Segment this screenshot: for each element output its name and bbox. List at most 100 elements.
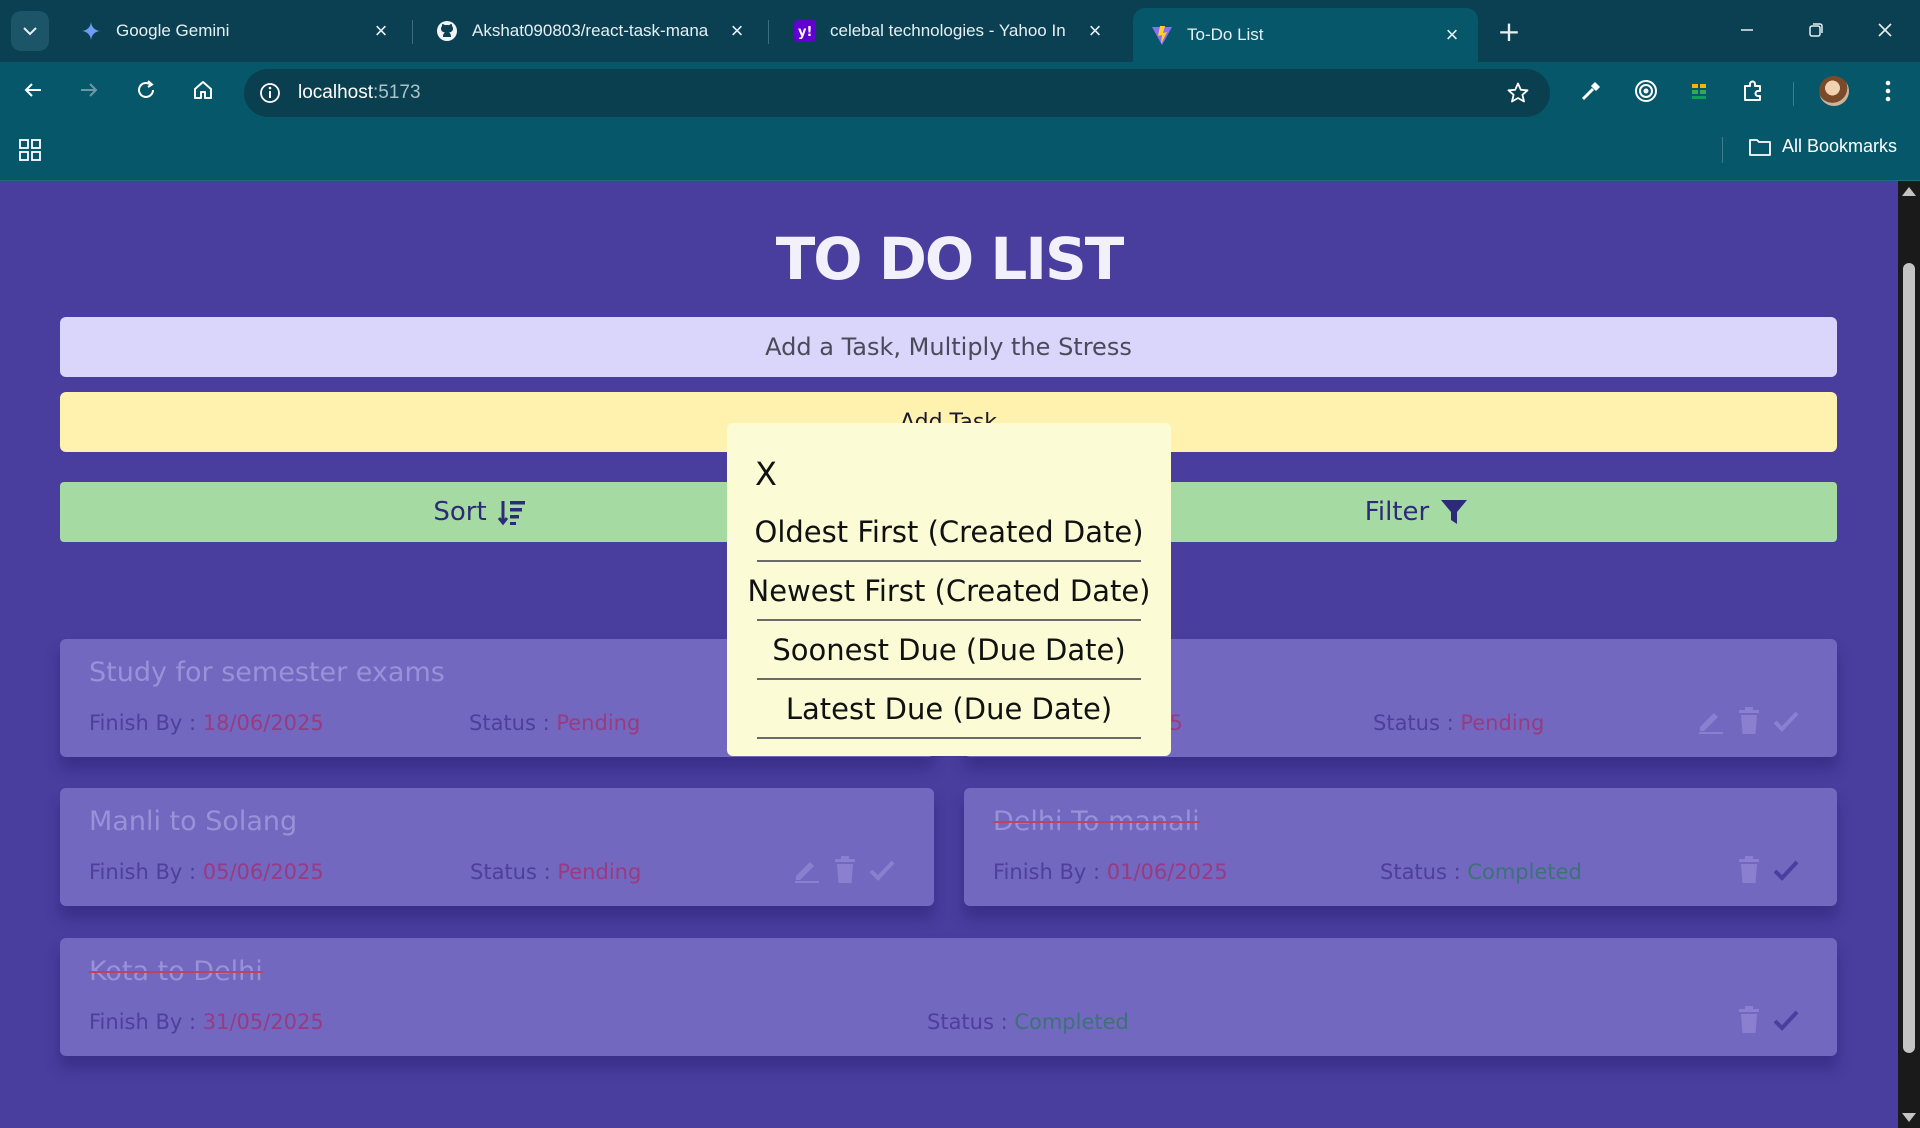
scrollbar-thumb[interactable] — [1903, 263, 1915, 1053]
minimize-icon — [1741, 29, 1753, 31]
task-actions — [793, 856, 895, 884]
task-status: Status : Pending — [470, 860, 641, 884]
close-tab-icon[interactable]: × — [1440, 22, 1464, 47]
task-title: Study for semester exams — [89, 657, 445, 688]
tab-to-do-list[interactable]: To-Do List × — [1133, 8, 1478, 62]
toolbar-separator — [1793, 82, 1794, 106]
close-tab-icon[interactable]: × — [1083, 18, 1107, 43]
task-actions — [1697, 707, 1799, 735]
status-label: Status : — [1373, 711, 1461, 735]
task-status: Status : Completed — [927, 1010, 1129, 1034]
task-status: Status : Pending — [1373, 711, 1544, 735]
page-viewport: TO DO LIST Add a Task, Multiply the Stre… — [0, 181, 1898, 1128]
task-actions — [1737, 856, 1799, 884]
status-label: Status : — [469, 711, 557, 735]
task-finish-by: Finish By : 31/05/2025 — [89, 1010, 324, 1034]
new-tab-button[interactable]: + — [1493, 15, 1525, 48]
trash-icon[interactable] — [1737, 1006, 1761, 1034]
yahoo-icon: y! — [794, 20, 816, 42]
task-actions — [1737, 1006, 1799, 1034]
reload-icon — [138, 80, 154, 98]
status-value: Completed — [1014, 1010, 1129, 1034]
sort-option-newest-first[interactable]: Newest First (Created Date) — [748, 562, 1151, 621]
arrow-left-icon — [24, 83, 41, 97]
reload-button[interactable] — [128, 72, 164, 108]
scroll-down-arrow-icon[interactable] — [1902, 1113, 1916, 1122]
profile-avatar[interactable] — [1819, 76, 1849, 106]
tab-title: Akshat090803/react-task-mana — [472, 21, 709, 40]
chevron-down-icon — [23, 27, 37, 36]
browser-toolbar: localhost:5173 — [0, 62, 1920, 119]
task-title: Delhi To manali — [993, 806, 1200, 837]
tab-separator — [412, 20, 413, 44]
tab-google-gemini[interactable]: Google Gemini × — [62, 8, 407, 54]
tab-title: To-Do List — [1187, 25, 1264, 44]
minimize-button[interactable] — [1723, 10, 1771, 50]
close-icon — [1878, 23, 1892, 37]
finish-label: Finish By : — [993, 860, 1107, 884]
apps-grid-icon[interactable] — [18, 138, 42, 166]
sort-icon — [497, 501, 525, 526]
sort-option-soonest-due[interactable]: Soonest Due (Due Date) — [757, 621, 1141, 680]
url-port: :5173 — [373, 82, 421, 103]
status-label: Status : — [927, 1010, 1015, 1034]
tab-yahoo[interactable]: y! celebal technologies - Yahoo In × — [776, 8, 1121, 54]
target-extension-icon[interactable] — [1631, 76, 1661, 106]
sheets-extension-icon[interactable] — [1684, 76, 1714, 106]
edit-icon[interactable] — [793, 857, 821, 883]
task-input[interactable]: Add a Task, Multiply the Stress — [60, 317, 1837, 377]
browser-tab-bar: Google Gemini × Akshat090803/react-task-… — [0, 0, 1920, 62]
close-window-button[interactable] — [1861, 10, 1909, 50]
trash-icon[interactable] — [833, 856, 857, 884]
all-bookmarks-button[interactable]: All Bookmarks — [1748, 136, 1897, 157]
finish-date: 01/06/2025 — [1106, 860, 1228, 884]
edit-icon[interactable] — [1697, 708, 1725, 734]
finish-date: 18/06/2025 — [202, 711, 324, 735]
status-label: Status : — [1380, 860, 1468, 884]
site-info-icon[interactable] — [258, 81, 282, 109]
color-picker-extension-icon[interactable] — [1576, 76, 1606, 106]
scroll-up-arrow-icon[interactable] — [1902, 187, 1916, 196]
menu-dots-icon[interactable] — [1873, 76, 1903, 106]
task-card: Kota to Delhi Finish By : 31/05/2025 Sta… — [60, 938, 1837, 1056]
status-value: Pending — [557, 860, 642, 884]
finish-label: Finish By : — [89, 860, 203, 884]
close-tab-icon[interactable]: × — [369, 18, 393, 43]
close-tab-icon[interactable]: × — [725, 18, 749, 43]
bookmarks-bar: All Bookmarks — [0, 119, 1920, 181]
bookmarks-separator — [1722, 137, 1723, 163]
sort-option-latest-due[interactable]: Latest Due (Due Date) — [757, 680, 1141, 739]
back-button[interactable] — [15, 72, 51, 108]
task-title: Manli to Solang — [89, 806, 298, 837]
bookmark-star-icon[interactable] — [1506, 81, 1530, 109]
check-icon[interactable] — [1773, 1009, 1799, 1031]
check-icon[interactable] — [869, 859, 895, 881]
check-icon[interactable] — [1773, 859, 1799, 881]
forward-button[interactable] — [71, 72, 107, 108]
trash-icon[interactable] — [1737, 707, 1761, 735]
address-bar[interactable]: localhost:5173 — [244, 69, 1550, 117]
finish-label: Finish By : — [89, 711, 203, 735]
all-bookmarks-label: All Bookmarks — [1782, 136, 1898, 156]
tab-separator — [768, 20, 769, 44]
vite-icon — [1151, 24, 1173, 46]
arrow-right-icon — [81, 83, 98, 97]
tab-search-button[interactable] — [11, 11, 49, 51]
url-text: localhost:5173 — [298, 82, 421, 104]
task-finish-by: Finish By : 18/06/2025 — [89, 711, 324, 735]
home-button[interactable] — [185, 72, 221, 108]
trash-icon[interactable] — [1737, 856, 1761, 884]
check-icon[interactable] — [1773, 710, 1799, 732]
sort-option-oldest-first[interactable]: Oldest First (Created Date) — [755, 503, 1144, 562]
tab-github[interactable]: Akshat090803/react-task-mana × — [418, 8, 763, 54]
restore-button[interactable] — [1792, 10, 1840, 50]
status-value: Completed — [1467, 860, 1582, 884]
finish-date: 31/05/2025 — [202, 1010, 324, 1034]
filter-icon — [1441, 500, 1468, 524]
extensions-puzzle-icon[interactable] — [1738, 76, 1768, 106]
home-icon — [194, 81, 212, 99]
status-value: Pending — [556, 711, 641, 735]
close-modal-button[interactable]: X — [755, 455, 777, 493]
page-scrollbar[interactable] — [1898, 181, 1920, 1128]
task-card: Manli to Solang Finish By : 05/06/2025 S… — [60, 788, 934, 906]
